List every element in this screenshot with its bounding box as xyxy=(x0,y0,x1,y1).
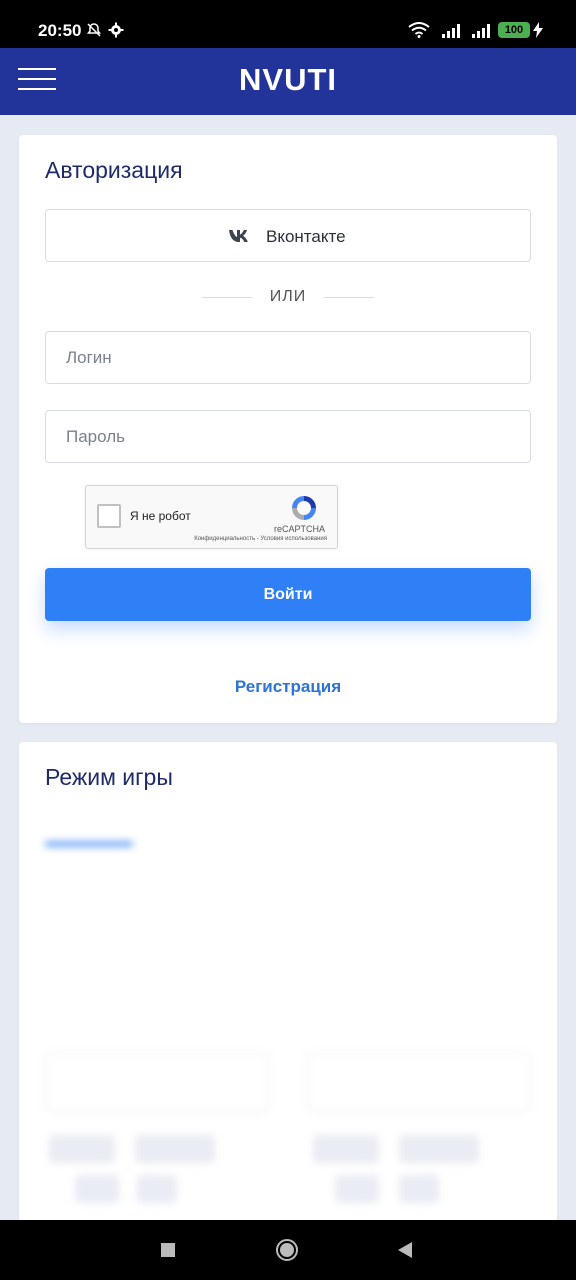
blurred-chip xyxy=(75,1175,119,1203)
blurred-chip xyxy=(399,1135,479,1163)
register-link[interactable]: Регистрация xyxy=(19,677,557,697)
bell-off-icon xyxy=(87,23,101,37)
signal-icon xyxy=(472,24,490,38)
status-bar: 20:50 100 xyxy=(0,0,576,48)
wifi-icon xyxy=(408,22,430,38)
or-divider: ИЛИ xyxy=(202,287,374,307)
battery-icon: 100 xyxy=(498,22,530,38)
back-icon[interactable] xyxy=(397,1241,413,1259)
game-mode-card: Режим игры xyxy=(19,742,557,1222)
game-mode-title: Режим игры xyxy=(45,764,173,790)
brand-logo[interactable]: NVUTI xyxy=(0,62,576,98)
vk-login-label: Вконтакте xyxy=(266,227,346,246)
signal-icon xyxy=(442,24,460,38)
circle-icon[interactable] xyxy=(275,1238,299,1262)
recaptcha-label: Я не робот xyxy=(130,509,191,523)
blurred-chip xyxy=(335,1175,379,1203)
login-input[interactable] xyxy=(45,331,531,384)
recaptcha-brand: reCAPTCHA xyxy=(273,524,325,534)
recaptcha-logo-icon xyxy=(292,496,316,520)
password-input[interactable] xyxy=(45,410,531,463)
blurred-chip xyxy=(135,1135,215,1163)
blurred-chip xyxy=(313,1135,379,1163)
system-nav-bar xyxy=(0,1220,576,1280)
vk-icon xyxy=(229,230,248,242)
gear-icon xyxy=(108,22,124,38)
login-button[interactable]: Войти xyxy=(45,568,531,621)
blurred-chip xyxy=(137,1175,177,1203)
blurred-value xyxy=(19,877,557,969)
status-time: 20:50 xyxy=(38,21,82,40)
charging-icon xyxy=(533,22,543,38)
recaptcha-checkbox[interactable] xyxy=(97,504,121,528)
auth-title: Авторизация xyxy=(45,157,183,183)
recaptcha-widget: Я не робот reCAPTCHA Конфиденциальность … xyxy=(85,485,338,549)
top-nav: NVUTI xyxy=(0,48,576,115)
tab-indicator xyxy=(45,842,133,846)
blurred-input xyxy=(307,1052,531,1112)
auth-card: Авторизация Вконтакте ИЛИ Я не робот reC… xyxy=(19,135,557,723)
blurred-input xyxy=(45,1052,269,1112)
square-icon[interactable] xyxy=(160,1242,176,1258)
blurred-chip xyxy=(49,1135,115,1163)
vk-login-button[interactable]: Вконтакте xyxy=(45,209,531,262)
blurred-chip xyxy=(399,1175,439,1203)
recaptcha-terms[interactable]: Конфиденциальность - Условия использован… xyxy=(194,536,327,542)
